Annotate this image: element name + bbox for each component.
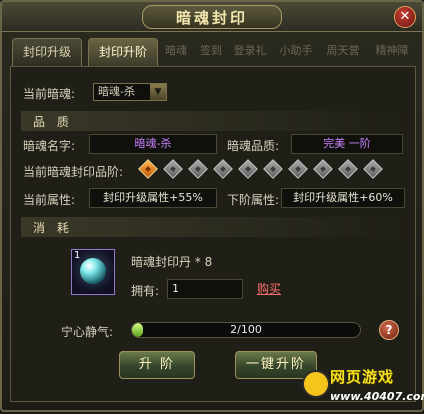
site-watermark: 网页游戏 www.40407.com xyxy=(294,362,424,414)
soul-pill-icon xyxy=(80,258,106,284)
own-label: 拥有: xyxy=(131,284,160,298)
soul-grade-label: 暗魂品质: xyxy=(227,139,280,153)
stage-diamond-icon xyxy=(188,159,208,179)
tab-ghost-3: 登录礼 xyxy=(233,44,267,57)
soul-name-field: 暗魂-杀 xyxy=(89,134,217,154)
stage-diamond-icon xyxy=(363,159,383,179)
chevron-down-icon[interactable]: ▼ xyxy=(150,84,166,100)
current-soul-select[interactable]: 暗魂-杀 ▼ xyxy=(93,83,167,101)
close-button[interactable]: ✕ xyxy=(394,6,416,28)
stage-diamond-icon xyxy=(288,159,308,179)
calm-progress-bar: 2/100 xyxy=(131,322,361,338)
watermark-text: 网页游戏 xyxy=(330,368,395,386)
tab-ghost-4: 小助手 xyxy=(279,44,313,57)
buy-link[interactable]: 购买 xyxy=(257,280,281,297)
calm-progress-text: 2/100 xyxy=(230,323,262,336)
quality-section-header: 品 质 xyxy=(21,111,409,131)
dialog-window: 暗魂封印 ✕ 封印升级 封印升阶 暗魂 签到 登录礼 小助手 周天营 精神障 当… xyxy=(0,0,424,412)
item-count: 1 xyxy=(74,250,81,261)
soul-name-label: 暗魂名字: xyxy=(23,139,76,153)
close-icon: ✕ xyxy=(399,9,411,24)
current-soul-value: 暗魂-杀 xyxy=(98,85,135,98)
tab-seal-advance[interactable]: 封印升阶 xyxy=(88,38,158,66)
tab-bar: 封印升级 封印升阶 暗魂 签到 登录礼 小助手 周天营 精神障 xyxy=(12,38,416,66)
main-panel: 当前暗魂: 暗魂-杀 ▼ 品 质 暗魂名字: 暗魂-杀 暗魂品质: 完美 一阶 … xyxy=(10,66,416,402)
calm-label: 宁心静气: xyxy=(61,325,114,339)
stage-diamond-icon xyxy=(263,159,283,179)
stage-diamond-icon xyxy=(338,159,358,179)
window-title: 暗魂封印 xyxy=(142,5,282,29)
next-attr-label: 下阶属性: xyxy=(227,193,280,207)
current-attr-label: 当前属性: xyxy=(23,193,76,207)
help-icon[interactable]: ? xyxy=(379,320,399,340)
tab-ghost-2: 签到 xyxy=(200,44,222,57)
tab-seal-upgrade[interactable]: 封印升级 xyxy=(12,38,82,66)
own-value-field: 1 xyxy=(167,279,243,299)
consume-section-header: 消 耗 xyxy=(21,217,409,237)
next-attr-field: 封印升级属性+60% xyxy=(281,188,405,208)
item-slot[interactable]: 1 xyxy=(71,249,115,295)
quality-section-title: 品 质 xyxy=(33,115,73,129)
tab-ghost-5: 周天营 xyxy=(326,44,360,57)
stage-diamond-icon xyxy=(313,159,333,179)
stage-diamond-icon xyxy=(213,159,233,179)
current-attr-field: 封印升级属性+55% xyxy=(89,188,217,208)
consume-section-title: 消 耗 xyxy=(33,221,73,235)
upgrade-button[interactable]: 升 阶 xyxy=(119,351,195,379)
title-bar[interactable]: 暗魂封印 ✕ xyxy=(2,2,422,32)
mascot-logo-icon xyxy=(302,370,330,398)
stage-diamond-icon xyxy=(138,159,158,179)
current-soul-label: 当前暗魂: xyxy=(23,87,76,101)
stage-diamond-icon xyxy=(238,159,258,179)
tab-ghost-6: 精神障 xyxy=(375,44,409,57)
tab-ghost-1: 暗魂 xyxy=(165,44,187,57)
seal-stage-label: 当前暗魂封印品阶: xyxy=(23,165,124,179)
watermark-url: www.40407.com xyxy=(330,390,424,403)
soul-grade-field: 完美 一阶 xyxy=(291,134,403,154)
stage-diamond-icon xyxy=(163,159,183,179)
item-name: 暗魂封印丹 * 8 xyxy=(131,255,213,269)
